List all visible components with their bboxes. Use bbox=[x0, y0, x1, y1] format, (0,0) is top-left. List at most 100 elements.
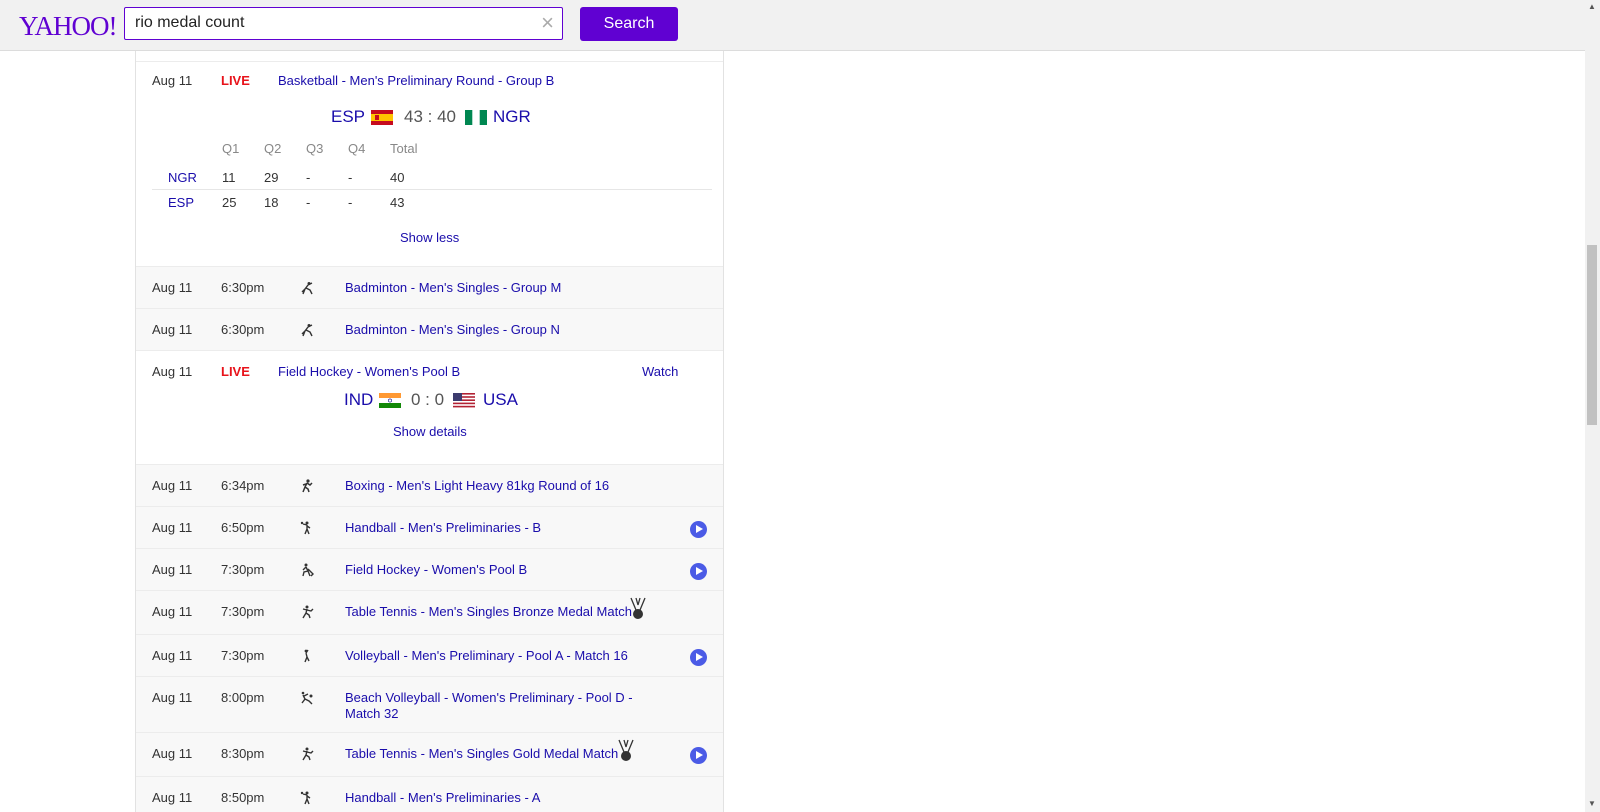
event-time: 7:30pm bbox=[221, 604, 265, 619]
table-header-cell: Q3 bbox=[306, 141, 324, 156]
table-cell: - bbox=[306, 170, 311, 185]
event-date: Aug 11 bbox=[152, 478, 193, 493]
event-title-link[interactable]: Badminton - Men's Singles - Group N bbox=[345, 322, 560, 337]
event-date: Aug 11 bbox=[152, 322, 193, 337]
table-cell: 40 bbox=[390, 170, 405, 185]
event-row[interactable]: Aug 11 6:30pm Badminton - Men's Singles … bbox=[136, 266, 723, 308]
event-row[interactable]: Aug 11 6:50pm Handball - Men's Prelimina… bbox=[136, 506, 723, 548]
live-badge: LIVE bbox=[221, 364, 250, 379]
event-title-link[interactable]: Boxing - Men's Light Heavy 81kg Round of… bbox=[345, 478, 609, 493]
team-usa[interactable]: USA bbox=[483, 390, 518, 410]
team-ind[interactable]: IND bbox=[344, 390, 373, 410]
event-title-link[interactable]: Handball - Men's Preliminaries - B bbox=[345, 520, 541, 535]
olympics-schedule-panel: Aug 11 LIVE Basketball - Men's Prelimina… bbox=[135, 51, 724, 812]
event-date: Aug 11 bbox=[152, 746, 193, 761]
event-time: 7:30pm bbox=[221, 562, 265, 577]
show-less-link[interactable]: Show less bbox=[400, 230, 459, 245]
table-team-cell[interactable]: NGR bbox=[168, 170, 197, 185]
table-cell: - bbox=[306, 195, 311, 210]
event-title-link[interactable]: Volleyball - Men's Preliminary - Pool A … bbox=[345, 648, 628, 663]
event-title-link[interactable]: Field Hockey - Women's Pool B bbox=[278, 364, 460, 379]
play-video-icon[interactable] bbox=[690, 649, 707, 666]
event-date: Aug 11 bbox=[152, 790, 193, 805]
table-cell: 43 bbox=[390, 195, 405, 210]
hockey-scoreline: IND 0 : 0 USA bbox=[136, 390, 723, 414]
medal-icon bbox=[630, 597, 646, 619]
page-scrollbar[interactable]: ▲ ▼ bbox=[1585, 0, 1600, 812]
table-cell: - bbox=[348, 195, 353, 210]
scroll-up-icon[interactable]: ▲ bbox=[1588, 2, 1596, 11]
badminton-icon bbox=[301, 324, 313, 337]
event-title-link-continued[interactable]: Match 32 bbox=[345, 706, 398, 721]
event-title-link[interactable]: Basketball - Men's Preliminary Round - G… bbox=[278, 73, 554, 88]
table-header-cell: Q2 bbox=[264, 141, 282, 156]
event-row[interactable]: Aug 11 7:30pm Table Tennis - Men's Singl… bbox=[136, 590, 723, 634]
event-title-link[interactable]: Field Hockey - Women's Pool B bbox=[345, 562, 527, 577]
play-video-icon[interactable] bbox=[690, 521, 707, 538]
event-row[interactable]: Aug 11 6:30pm Badminton - Men's Singles … bbox=[136, 308, 723, 350]
table-cell: 29 bbox=[264, 170, 279, 185]
table-cell: 25 bbox=[222, 195, 237, 210]
show-details-link[interactable]: Show details bbox=[393, 424, 467, 439]
event-title-link[interactable]: Badminton - Men's Singles - Group M bbox=[345, 280, 561, 295]
live-event-row: Aug 11 LIVE Basketball - Men's Prelimina… bbox=[136, 73, 723, 93]
search-box[interactable]: × bbox=[124, 7, 563, 40]
clear-icon[interactable]: × bbox=[541, 10, 554, 36]
scroll-down-icon[interactable]: ▼ bbox=[1588, 799, 1596, 808]
spain-flag-icon bbox=[371, 110, 393, 125]
score: 0 : 0 bbox=[411, 390, 445, 409]
event-row[interactable]: Aug 11 7:30pm Field Hockey - Women's Poo… bbox=[136, 548, 723, 590]
yahoo-logo[interactable]: YAHOO! bbox=[19, 11, 117, 42]
table-tennis-icon bbox=[302, 605, 314, 619]
event-row[interactable]: Aug 11 8:30pm Table Tennis - Men's Singl… bbox=[136, 732, 723, 776]
table-team-cell[interactable]: ESP bbox=[168, 195, 194, 210]
divider bbox=[152, 189, 712, 190]
event-time: 6:34pm bbox=[221, 478, 265, 493]
event-date: Aug 11 bbox=[152, 520, 193, 535]
basketball-scoreline: ESP 43 : 40 NGR bbox=[136, 107, 723, 131]
score: 43 : 40 bbox=[404, 107, 456, 126]
event-title-link[interactable]: Table Tennis - Men's Singles Bronze Meda… bbox=[345, 604, 632, 619]
volleyball-icon bbox=[304, 649, 310, 663]
event-time: 8:30pm bbox=[221, 746, 265, 761]
event-row[interactable]: Aug 11 8:00pm Beach Volleyball - Women's… bbox=[136, 676, 723, 732]
event-date: Aug 11 bbox=[152, 604, 193, 619]
handball-icon bbox=[300, 521, 311, 535]
event-date: Aug 11 bbox=[152, 364, 193, 379]
search-input[interactable] bbox=[135, 14, 525, 32]
event-date: Aug 11 bbox=[152, 648, 193, 663]
search-button[interactable]: Search bbox=[580, 7, 678, 41]
event-date: Aug 11 bbox=[152, 73, 193, 88]
event-date: Aug 11 bbox=[152, 562, 193, 577]
live-badge: LIVE bbox=[221, 73, 250, 88]
badminton-icon bbox=[301, 282, 313, 295]
search-header: YAHOO! × Search bbox=[0, 0, 1585, 51]
event-time: 8:50pm bbox=[221, 790, 265, 805]
table-header-cell: Q1 bbox=[222, 141, 240, 156]
scroll-thumb[interactable] bbox=[1587, 245, 1597, 425]
beach-volleyball-icon bbox=[301, 691, 313, 705]
event-row[interactable]: Aug 11 8:50pm Handball - Men's Prelimina… bbox=[136, 776, 723, 812]
event-title-link[interactable]: Table Tennis - Men's Singles Gold Medal … bbox=[345, 746, 618, 761]
event-time: 6:30pm bbox=[221, 280, 265, 295]
table-cell: 18 bbox=[264, 195, 279, 210]
event-row[interactable]: Aug 11 7:30pm Volleyball - Men's Prelimi… bbox=[136, 634, 723, 676]
table-header-cell: Q4 bbox=[348, 141, 366, 156]
usa-flag-icon bbox=[453, 393, 475, 408]
india-flag-icon bbox=[379, 393, 401, 408]
table-tennis-icon bbox=[302, 747, 314, 761]
boxing-icon bbox=[302, 479, 313, 493]
event-time: 6:30pm bbox=[221, 322, 265, 337]
event-time: 8:00pm bbox=[221, 690, 265, 705]
divider bbox=[136, 61, 723, 62]
event-title-link[interactable]: Beach Volleyball - Women's Preliminary -… bbox=[345, 690, 633, 705]
team-esp[interactable]: ESP bbox=[331, 107, 365, 127]
event-title-link[interactable]: Handball - Men's Preliminaries - A bbox=[345, 790, 540, 805]
medal-icon bbox=[618, 739, 634, 761]
play-video-icon[interactable] bbox=[690, 747, 707, 764]
watch-link[interactable]: Watch bbox=[642, 364, 678, 379]
play-video-icon[interactable] bbox=[690, 563, 707, 580]
team-ngr[interactable]: NGR bbox=[493, 107, 531, 127]
event-row[interactable]: Aug 11 6:34pm Boxing - Men's Light Heavy… bbox=[136, 464, 723, 506]
table-cell: 11 bbox=[222, 170, 236, 185]
